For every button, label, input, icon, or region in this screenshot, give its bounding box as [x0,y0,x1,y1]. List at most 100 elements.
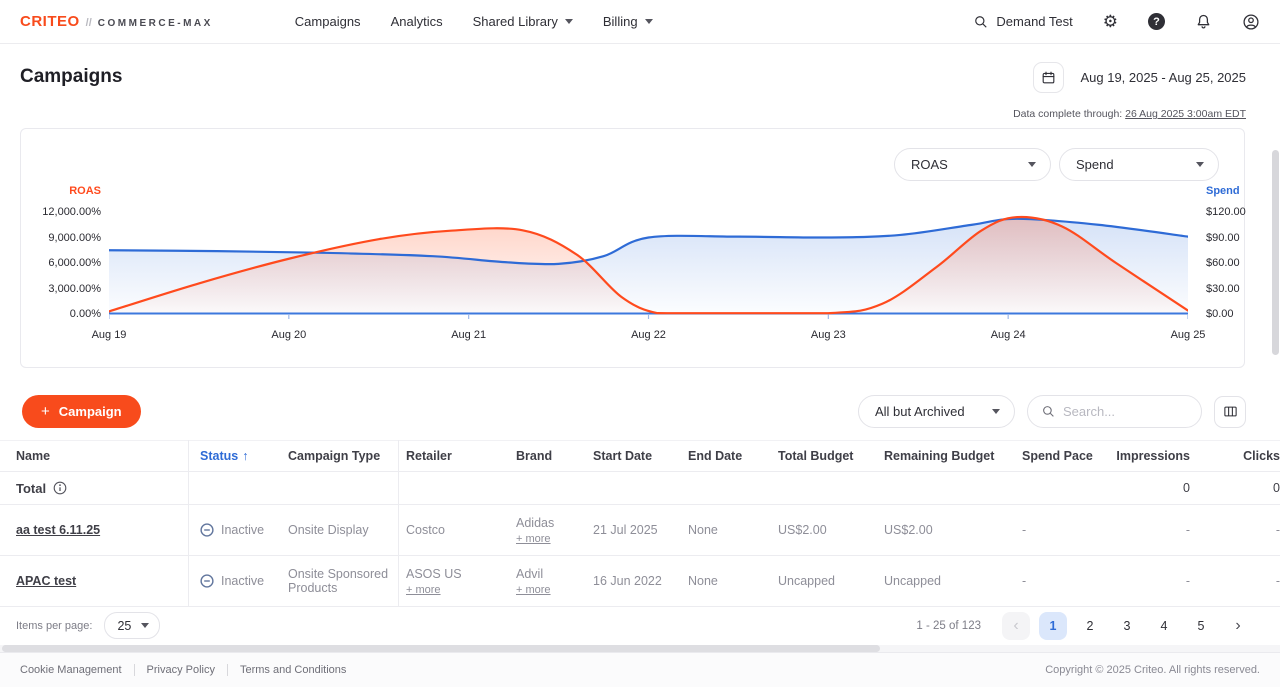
pagination-bar: Items per page: 25 1 - 25 of 123 ‹ 12345… [0,607,1280,644]
account-profile-icon[interactable] [1242,13,1260,31]
total-clicks: 0 [1198,481,1280,495]
chart-metric-selectors: ROAS Spend [894,148,1219,181]
items-per-page-label: Items per page: [16,620,92,632]
status-filter-select[interactable]: All but Archived [858,395,1015,428]
campaign-link[interactable]: APAC test [16,574,76,588]
footer-link-separator [134,664,135,676]
info-icon[interactable] [53,481,67,495]
footer-links: Cookie Management Privacy Policy Terms and… [20,664,346,676]
next-page-button[interactable]: › [1224,612,1252,640]
page-button-4[interactable]: 4 [1150,612,1178,640]
nav-item-analytics[interactable]: Analytics [391,14,443,29]
inactive-status-icon [200,574,214,588]
col-start-date[interactable]: Start Date [593,449,688,463]
nav-item-shared-library[interactable]: Shared Library [473,14,573,29]
table-row: aa test 6.11.25 Inactive Onsite Display … [0,505,1280,556]
table-search [1027,395,1202,428]
x-axis-label: Aug 20 [249,329,329,341]
horizontal-scrollbar[interactable] [0,645,1280,652]
brand-more-link[interactable]: + more [516,584,585,596]
campaign-link[interactable]: aa test 6.11.25 [16,523,100,537]
table-toolbar-right: All but Archived [858,395,1246,428]
right-metric-select[interactable]: Spend [1059,148,1219,181]
settings-gear-icon[interactable]: ⚙ [1103,13,1118,30]
brand-more-link[interactable]: + more [516,533,585,545]
x-axis-label: Aug 24 [968,329,1048,341]
frozen-column-divider [188,440,189,607]
total-label: Total [0,481,188,496]
retailer-cell: Costco [406,523,516,537]
column-settings-button[interactable] [1214,396,1246,428]
x-axis-label: Aug 21 [429,329,509,341]
page-title: Campaigns [20,66,122,88]
remaining-budget-cell: Uncapped [884,574,1022,588]
impressions-cell: - [1102,574,1198,588]
page-button-3[interactable]: 3 [1113,612,1141,640]
col-brand[interactable]: Brand [516,449,593,463]
spend-pace-cell: - [1022,574,1102,588]
col-retailer[interactable]: Retailer [406,449,516,463]
page-range-text: 1 - 25 of 123 [916,620,981,632]
right-axis-tick: $0.00 [1206,308,1234,320]
status-cell: Inactive [188,574,288,588]
criteo-logo: CRITEO [20,13,80,30]
left-axis-tick: 3,000.00% [48,283,101,295]
right-axis-title: Spend [1192,185,1244,197]
nav-right: Demand Test ⚙ ? [974,13,1260,31]
calendar-icon [1041,70,1056,85]
col-name[interactable]: Name [0,449,188,463]
spend-pace-cell: - [1022,523,1102,537]
left-metric-select[interactable]: ROAS [894,148,1051,181]
col-total-budget[interactable]: Total Budget [778,449,884,463]
chevron-down-icon [565,19,573,24]
items-per-page-select[interactable]: 25 [104,612,160,639]
right-axis-tick: $60.00 [1206,257,1240,269]
help-icon[interactable]: ? [1148,13,1165,30]
chart-svg [109,212,1188,320]
columns-icon [1223,404,1238,419]
search-icon [974,15,988,29]
retailer-more-link[interactable]: + more [406,584,508,596]
nav-item-billing[interactable]: Billing [603,14,653,29]
search-input[interactable] [1063,404,1173,419]
x-axis-label: Aug 23 [788,329,868,341]
add-campaign-button[interactable]: + Campaign [22,395,141,428]
footer-link[interactable]: Cookie Management [20,664,122,676]
vertical-scrollbar-thumb[interactable] [1272,150,1279,355]
left-axis-ticks: 12,000.00%9,000.00%6,000.00%3,000.00%0.0… [21,212,101,314]
clicks-cell: - [1198,523,1280,537]
calendar-icon-button[interactable] [1033,62,1064,93]
data-complete-link[interactable]: 26 Aug 2025 3:00am EDT [1125,108,1246,120]
notifications-bell-icon[interactable] [1195,13,1212,30]
page-button-1[interactable]: 1 [1039,612,1067,640]
col-spend-pace[interactable]: Spend Pace [1022,449,1102,463]
prev-page-button[interactable]: ‹ [1002,612,1030,640]
frozen-column-divider [398,440,399,607]
start-date-cell: 21 Jul 2025 [593,523,688,537]
chevron-down-icon [1028,162,1036,167]
col-status[interactable]: Status ↑ [188,449,288,463]
nav-item-campaigns[interactable]: Campaigns [295,14,361,29]
col-clicks[interactable]: Clicks [1198,449,1280,463]
impressions-cell: - [1102,523,1198,537]
app-window: CRITEO // COMMERCE-MAX Campaigns Analyti… [0,0,1280,687]
col-impressions[interactable]: Impressions [1102,449,1198,463]
page-button-2[interactable]: 2 [1076,612,1104,640]
col-end-date[interactable]: End Date [688,449,778,463]
brand-logo[interactable]: CRITEO // COMMERCE-MAX [20,13,213,30]
x-axis-label: Aug 22 [609,329,689,341]
retailer-cell: ASOS US + more [406,567,516,596]
total-budget-cell: US$2.00 [778,523,884,537]
footer-link[interactable]: Terms and Conditions [240,664,346,676]
chevron-down-icon [1196,162,1204,167]
horizontal-scrollbar-thumb[interactable] [2,645,880,652]
footer-link[interactable]: Privacy Policy [147,664,215,676]
account-search[interactable]: Demand Test [974,14,1072,29]
col-remaining-budget[interactable]: Remaining Budget [884,449,1022,463]
status-text: Inactive [221,574,264,588]
page-button-5[interactable]: 5 [1187,612,1215,640]
date-range-value[interactable]: Aug 19, 2025 - Aug 25, 2025 [1080,70,1246,85]
chevron-down-icon [141,623,149,628]
col-campaign-type[interactable]: Campaign Type [288,449,406,463]
campaigns-table: Name Status ↑ Campaign Type Retailer Bra… [0,440,1280,607]
